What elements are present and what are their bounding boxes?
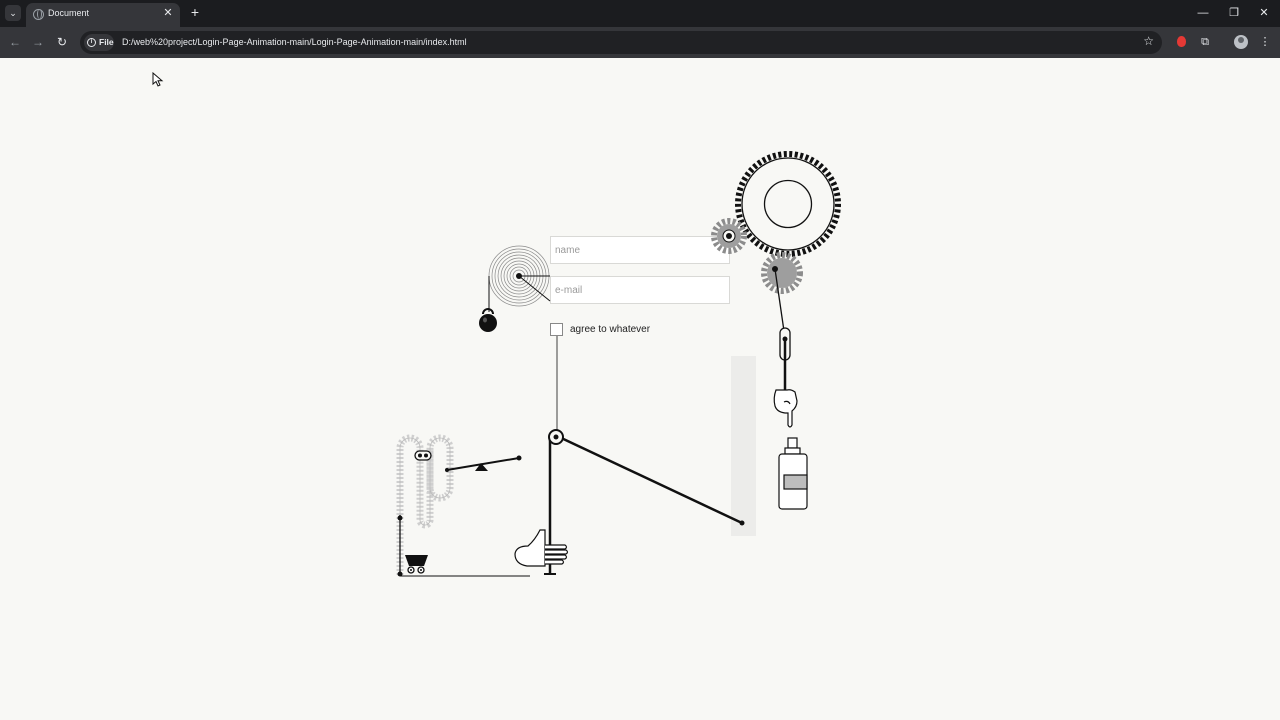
medium-gear-icon bbox=[761, 252, 803, 294]
link-capsule bbox=[779, 327, 791, 361]
chain-roller bbox=[414, 450, 432, 461]
large-gear-icon bbox=[735, 151, 841, 257]
email-field[interactable] bbox=[550, 276, 730, 304]
diagonal-lever bbox=[556, 434, 743, 525]
mouse-cursor-icon bbox=[152, 72, 164, 87]
lever-icon bbox=[445, 455, 522, 472]
agree-checkbox[interactable] bbox=[550, 323, 563, 336]
spiral-hub bbox=[516, 273, 522, 279]
name-input[interactable] bbox=[551, 237, 729, 263]
conveyor-chain-icon bbox=[396, 434, 454, 575]
machine-illustration bbox=[396, 151, 841, 577]
chain-sprocket-top bbox=[397, 515, 403, 521]
coil-string-2 bbox=[518, 275, 551, 302]
email-input[interactable] bbox=[551, 277, 729, 303]
open-hand-icon bbox=[514, 529, 569, 567]
pointing-hand-icon bbox=[773, 389, 798, 428]
agree-label: agree to whatever bbox=[570, 324, 651, 335]
login-machine-scene: agree to whatever bbox=[0, 0, 1280, 720]
gray-panel-strip bbox=[731, 356, 756, 536]
spiral-coil-icon bbox=[488, 245, 550, 307]
cart-icon bbox=[405, 555, 428, 574]
spray-bottle-icon bbox=[778, 437, 808, 510]
kettlebell-icon bbox=[479, 308, 497, 332]
name-field[interactable] bbox=[550, 236, 730, 264]
chain-sprocket-bottom bbox=[397, 571, 403, 577]
pulley-icon bbox=[548, 429, 564, 445]
gear-rod bbox=[774, 268, 786, 339]
